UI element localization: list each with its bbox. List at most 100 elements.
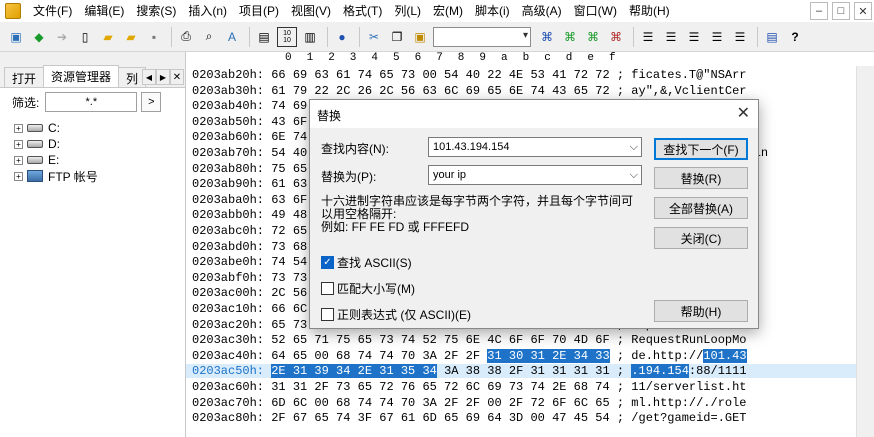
hex-row[interactable]: 0203ac70h: 6D 6C 00 68 74 74 70 3A 2F 2F… (192, 396, 747, 410)
ascii-checkbox[interactable]: ✓ 查找 ASCII(S) (321, 254, 412, 270)
hex-row[interactable]: 0203ac40h: 64 65 00 68 74 74 70 3A 2F 2F… (192, 348, 747, 363)
replace-button[interactable]: 替换(R) (654, 167, 748, 189)
help-button[interactable]: 帮助(H) (654, 300, 748, 322)
tab-scroll-right-icon[interactable]: ▶ (156, 69, 170, 85)
copy-icon[interactable]: ❐ (387, 27, 407, 47)
menu-insert[interactable]: 插入(n) (182, 0, 233, 22)
menu-advanced[interactable]: 高级(A) (516, 0, 568, 22)
ruler-column-label: b (522, 52, 530, 64)
hex-mode-icon[interactable]: 10 10 (277, 26, 297, 47)
tab-explorer[interactable]: 资源管理器 (43, 65, 120, 87)
new-file-icon[interactable]: ▯ (75, 27, 95, 47)
find-next-button[interactable]: 查找下一个(F) (654, 138, 748, 160)
ascii-text: ; ay",&,VclientCer (616, 83, 747, 98)
expand-icon[interactable]: + (14, 171, 23, 181)
paste-icon[interactable]: ▣ (410, 27, 430, 47)
replace-all-button[interactable]: 全部替换(A) (654, 197, 748, 219)
list-icon[interactable]: ☰ (730, 27, 750, 47)
browser-icon[interactable]: ● (332, 27, 352, 47)
drive-icon (27, 140, 43, 148)
menu-bar: 文件(F) 编辑(E) 搜索(S) 插入(n) 项目(P) 视图(V) 格式(T… (0, 0, 874, 22)
menu-file[interactable]: 文件(F) (27, 0, 78, 22)
print-icon[interactable]: ⎙ (176, 27, 196, 47)
row-address: 0203ab60h: (192, 130, 265, 145)
row-address: 0203abe0h: (192, 255, 265, 270)
ruler-column-label: e (587, 52, 594, 64)
justify-icon[interactable]: ☰ (707, 27, 727, 47)
align-right-icon[interactable]: ☰ (684, 27, 704, 47)
menu-window[interactable]: 窗口(W) (568, 0, 623, 22)
hex-row[interactable]: 0203ac60h: 31 31 2F 73 65 72 76 65 72 6C… (192, 380, 747, 394)
maximize-button[interactable]: □ (832, 2, 850, 20)
expand-icon[interactable]: + (14, 155, 23, 165)
row-address: 0203ac60h: (192, 380, 265, 394)
cut-icon[interactable]: ✂ (364, 27, 384, 47)
expand-icon[interactable]: + (14, 123, 23, 133)
tree-item-label: FTP 帐号 (48, 169, 98, 184)
menu-edit[interactable]: 编辑(E) (78, 0, 130, 22)
spellcheck-icon[interactable]: A (222, 27, 242, 47)
menu-script[interactable]: 脚本(i) (469, 0, 516, 22)
expand-icon[interactable]: + (14, 139, 23, 149)
row-address: 0203ab90h: (192, 177, 265, 192)
row-address: 0203abd0h: (192, 239, 265, 254)
properties-icon[interactable]: ▤ (254, 27, 274, 47)
hex-row[interactable]: 0203ac80h: 2F 67 65 74 3F 67 61 6D 65 69… (192, 411, 747, 425)
tree-item-drive-d[interactable]: + D: (0, 136, 185, 152)
hex-row[interactable]: 0203ab20h: 66 69 63 61 74 65 73 00 54 40… (192, 68, 747, 82)
regex-checkbox[interactable]: 正则表达式 (仅 ASCII)(E) (321, 306, 471, 322)
help-icon[interactable]: ? (785, 27, 805, 47)
find-next-icon[interactable]: ⌘ (560, 27, 580, 47)
open-recent-icon[interactable]: ▰ (121, 27, 141, 47)
ruler-column-label: 6 (414, 52, 422, 64)
window-list-icon[interactable]: ▤ (762, 27, 782, 47)
ruler-column-label: f (609, 52, 616, 64)
replace-input[interactable]: your ip ⌵ (428, 165, 642, 185)
back-arrow-icon[interactable]: ◆ (29, 27, 49, 47)
find-icon[interactable]: ⌘ (537, 27, 557, 47)
save-icon[interactable]: ▪ (144, 27, 164, 47)
menu-help[interactable]: 帮助(H) (623, 0, 676, 22)
chevron-down-icon[interactable]: ⌵ (630, 138, 638, 156)
replace-icon[interactable]: ⌘ (606, 27, 626, 47)
menu-search[interactable]: 搜索(S) (130, 0, 182, 22)
ftp-icon[interactable]: ▣ (6, 27, 26, 47)
hex-row[interactable]: 0203ac30h: 52 65 71 75 65 73 74 52 75 6E… (192, 333, 747, 347)
row-address: 0203ab50h: (192, 114, 265, 129)
find-input[interactable]: 101.43.194.154 ⌵ (428, 137, 642, 157)
hex-row[interactable]: 0203ac50h: 2E 31 39 34 2E 31 35 34 3A 38… (186, 364, 856, 379)
tab-open[interactable]: 打开 (4, 67, 45, 87)
menu-column[interactable]: 列(L) (388, 0, 427, 22)
clipboard-select[interactable]: ▾ (433, 26, 531, 47)
menu-format[interactable]: 格式(T) (337, 0, 388, 22)
vertical-scrollbar[interactable] (856, 66, 874, 437)
toolbar: ▣ ◆ ➔ ▯ ▰ ▰ ▪ ⎙ ⌕ A ▤ 10 10 ▥ ● ✂ ❐ ▣ ▾ … (0, 22, 874, 52)
forward-arrow-icon[interactable]: ➔ (52, 27, 72, 47)
menu-project[interactable]: 项目(P) (233, 0, 285, 22)
chevron-down-icon[interactable]: ⌵ (630, 166, 638, 184)
ruler-column-label: 7 (436, 52, 443, 64)
tree-item-drive-e[interactable]: + E: (0, 152, 185, 168)
column-mode-icon[interactable]: ▥ (300, 27, 320, 47)
match-case-checkbox[interactable]: 匹配大小写(M) (321, 280, 415, 296)
filter-input[interactable]: *.* (45, 92, 138, 112)
open-folder-icon[interactable]: ▰ (98, 27, 118, 47)
ascii-text: ; ficates.T@"NSArr (616, 68, 747, 82)
menu-view[interactable]: 视图(V) (285, 0, 337, 22)
close-window-button[interactable]: ✕ (854, 2, 872, 20)
align-left-icon[interactable]: ☰ (638, 27, 658, 47)
close-button[interactable]: 关闭(C) (654, 227, 748, 249)
close-panel-icon[interactable]: ✕ (170, 69, 184, 85)
hex-bytes: 2F 67 65 74 3F 67 61 6D 65 69 64 3D 00 4… (271, 411, 610, 426)
filter-apply-button[interactable]: > (141, 92, 162, 112)
hex-row[interactable]: 0203ab30h: 61 79 22 2C 26 2C 56 63 6C 69… (192, 84, 747, 98)
tab-scroll-left-icon[interactable]: ◀ (142, 69, 156, 85)
tree-item-ftp[interactable]: + FTP 帐号 (0, 168, 185, 184)
menu-macro[interactable]: 宏(M) (427, 0, 469, 22)
tree-item-drive-c[interactable]: + C: (0, 120, 185, 136)
close-icon[interactable]: ✕ (737, 103, 750, 123)
find-prev-icon[interactable]: ⌘ (583, 27, 603, 47)
minimize-button[interactable]: – (810, 2, 828, 20)
print-preview-icon[interactable]: ⌕ (199, 27, 219, 47)
align-center-icon[interactable]: ☰ (661, 27, 681, 47)
